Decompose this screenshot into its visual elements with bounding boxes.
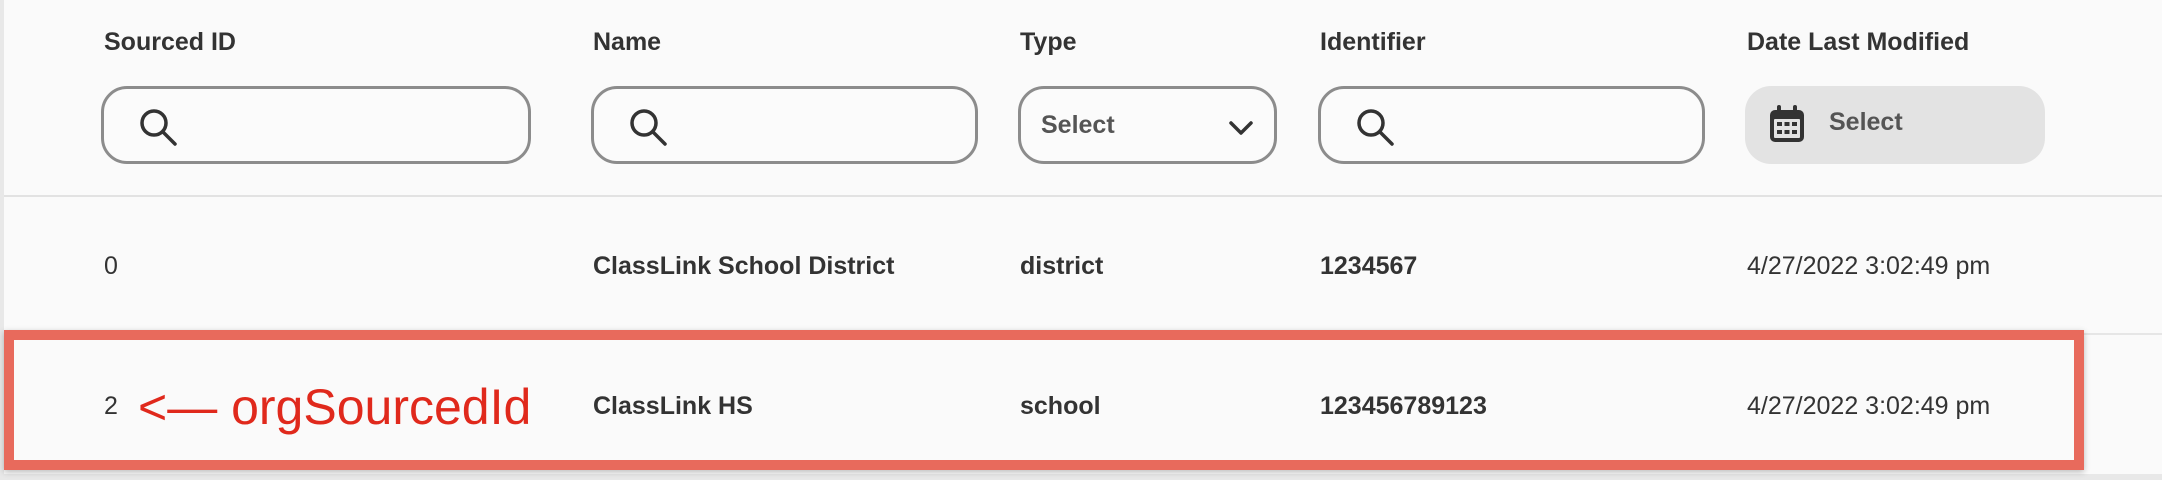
search-icon	[630, 109, 667, 146]
column-header-sourced-id[interactable]: Sourced ID	[104, 28, 236, 57]
search-icon	[140, 109, 177, 146]
column-header-name[interactable]: Name	[593, 28, 661, 57]
type-select[interactable]: Select	[1018, 86, 1277, 164]
identifier-filter[interactable]	[1318, 86, 1705, 164]
column-header-type[interactable]: Type	[1020, 28, 1077, 57]
name-filter[interactable]	[591, 86, 978, 164]
chevron-down-icon	[1229, 121, 1253, 135]
header-divider	[4, 195, 2162, 197]
date-filter-value: Select	[1829, 108, 1903, 136]
sourced-id-filter[interactable]	[101, 86, 531, 164]
column-header-identifier[interactable]: Identifier	[1320, 28, 1426, 57]
column-header-date-last-modified[interactable]: Date Last Modified	[1747, 28, 1969, 57]
cell-sourced-id: 0	[104, 252, 118, 280]
date-filter-picker[interactable]: Select	[1745, 86, 2045, 164]
table-page: Sourced ID Name Type Identifier Date Las…	[0, 0, 2162, 480]
type-select-value: Select	[1041, 111, 1115, 139]
cell-name: ClassLink School District	[593, 252, 895, 280]
name-search-input[interactable]	[678, 103, 955, 149]
cell-identifier: 1234567	[1320, 252, 1418, 280]
calendar-icon	[1770, 105, 1804, 142]
cell-date-last-modified: 4/27/2022 3:02:49 pm	[1747, 252, 1991, 280]
annotation-label: <— orgSourcedId	[138, 379, 532, 435]
sourced-id-search-input[interactable]	[188, 103, 508, 149]
cell-type: district	[1020, 252, 1104, 280]
search-icon	[1357, 109, 1394, 146]
row-bottom-edge	[4, 474, 2162, 480]
identifier-search-input[interactable]	[1405, 103, 1682, 149]
